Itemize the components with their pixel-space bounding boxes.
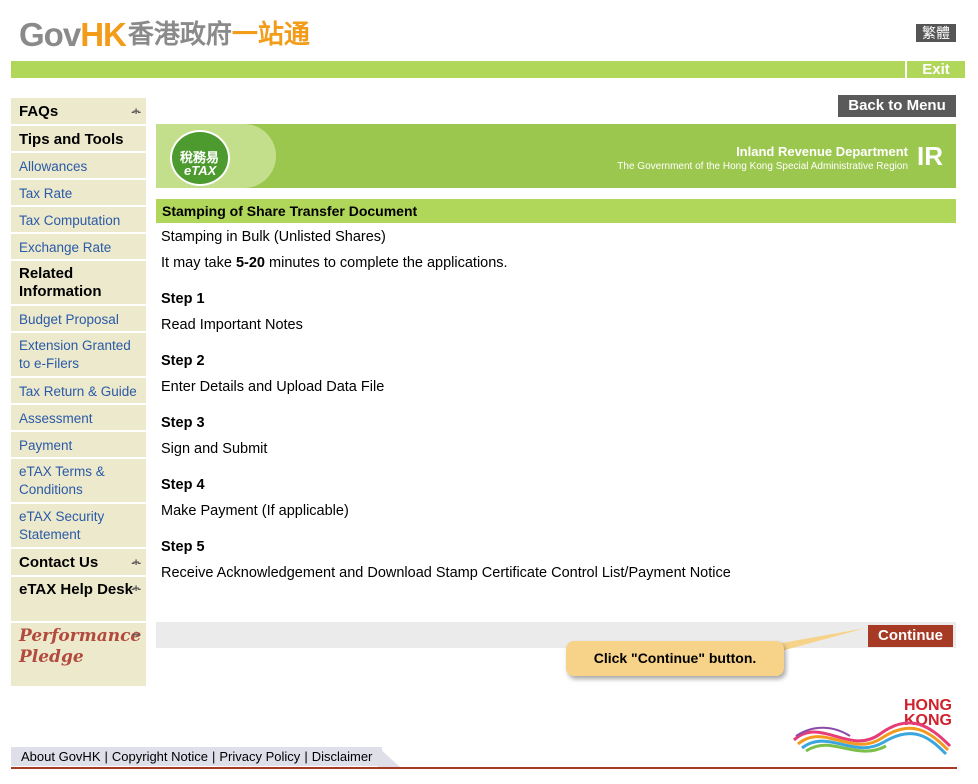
footer-link-disclaimer[interactable]: Disclaimer bbox=[312, 749, 373, 764]
sidebar-item-faqs[interactable]: FAQs -+- bbox=[11, 98, 146, 126]
step-2-text: Enter Details and Upload Data File bbox=[161, 379, 385, 395]
header-green-bar bbox=[11, 61, 905, 78]
continue-tooltip: Click "Continue" button. bbox=[566, 641, 784, 676]
etax-logo-en: eTAX bbox=[184, 163, 217, 178]
sidebar-item-etax-security[interactable]: eTAX Security Statement bbox=[11, 504, 146, 549]
time-estimate: It may take 5-20 minutes to complete the… bbox=[161, 255, 508, 271]
department-name: Inland Revenue Department bbox=[736, 144, 908, 159]
etax-logo-icon: 稅務易 eTAX bbox=[170, 130, 230, 186]
step-1-title: Step 1 bbox=[161, 291, 205, 307]
sidebar-item-tax-rate[interactable]: Tax Rate bbox=[11, 180, 146, 207]
exit-button[interactable]: Exit bbox=[907, 61, 965, 78]
step-5-text: Receive Acknowledgement and Download Sta… bbox=[161, 565, 731, 581]
step-4-title: Step 4 bbox=[161, 477, 205, 493]
sidebar-item-label: Contact Us bbox=[19, 554, 99, 571]
step-3-text: Sign and Submit bbox=[161, 441, 268, 457]
govhk-logo[interactable]: GovHK香港政府一站通 bbox=[19, 14, 310, 54]
sidebar-item-label: FAQs bbox=[19, 103, 59, 120]
expand-plus-icon: -+- bbox=[131, 583, 141, 595]
footer-link-about[interactable]: About GovHK bbox=[21, 749, 101, 764]
sidebar-item-tax-return-guide[interactable]: Tax Return & Guide bbox=[11, 378, 146, 405]
step-1-text: Read Important Notes bbox=[161, 317, 303, 333]
footer-link-privacy[interactable]: Privacy Policy bbox=[219, 749, 300, 764]
logo-hk-text: HK bbox=[80, 16, 127, 53]
footer-divider bbox=[11, 767, 957, 769]
continue-button[interactable]: Continue bbox=[868, 625, 953, 647]
dragon-icon bbox=[792, 721, 952, 756]
footer-links: About GovHK | Copyright Notice | Privacy Pol… bbox=[11, 747, 383, 766]
sidebar-item-tax-computation[interactable]: Tax Computation bbox=[11, 207, 146, 234]
sidebar-heading-tips-tools: Tips and Tools bbox=[11, 126, 146, 153]
subtitle: Stamping in Bulk (Unlisted Shares) bbox=[161, 229, 386, 245]
back-to-menu-button[interactable]: Back to Menu bbox=[838, 95, 956, 117]
logo-cn-orange: 一站通 bbox=[231, 19, 310, 49]
step-4-text: Make Payment (If applicable) bbox=[161, 503, 349, 519]
brand-hong-kong-logo: HONG KONG bbox=[790, 696, 956, 756]
sidebar-heading-related-info: Related Information bbox=[11, 261, 146, 306]
sidebar-item-allowances[interactable]: Allowances bbox=[11, 153, 146, 180]
ird-logo-icon: IR bbox=[917, 141, 943, 171]
sidebar-item-performance-pledge[interactable]: Performance Pledge -+- bbox=[11, 623, 146, 673]
etax-banner: 稅務易 eTAX Inland Revenue Department The G… bbox=[156, 124, 956, 188]
sidebar-item-assessment[interactable]: Assessment bbox=[11, 405, 146, 432]
logo-cn-grey: 香港政府 bbox=[127, 19, 232, 49]
main-content: Stamping in Bulk (Unlisted Shares) It ma… bbox=[161, 229, 731, 591]
expand-plus-icon: -+- bbox=[131, 629, 141, 641]
sidebar-item-extension-granted[interactable]: Extension Granted to e-Filers bbox=[11, 333, 146, 378]
expand-plus-icon: -+- bbox=[131, 557, 141, 569]
sidebar: FAQs -+- Tips and Tools Allowances Tax R… bbox=[11, 98, 146, 686]
performance-pledge-line2: Pledge bbox=[19, 647, 84, 667]
sidebar-item-help-desk[interactable]: eTAX Help Desk -+- bbox=[11, 577, 146, 623]
sidebar-item-payment[interactable]: Payment bbox=[11, 432, 146, 459]
footer-tab-corner bbox=[378, 747, 400, 767]
sidebar-item-budget-proposal[interactable]: Budget Proposal bbox=[11, 306, 146, 333]
section-title: Stamping of Share Transfer Document bbox=[156, 199, 956, 223]
government-name: The Government of the Hong Kong Special … bbox=[617, 161, 908, 172]
step-2-title: Step 2 bbox=[161, 353, 205, 369]
sidebar-item-exchange-rate[interactable]: Exchange Rate bbox=[11, 234, 146, 261]
step-5-title: Step 5 bbox=[161, 539, 205, 555]
time-value: 5-20 bbox=[235, 255, 265, 271]
language-toggle-button[interactable]: 繁體 bbox=[916, 24, 956, 42]
sidebar-item-etax-terms[interactable]: eTAX Terms & Conditions bbox=[11, 459, 146, 504]
expand-plus-icon: -+- bbox=[131, 106, 141, 118]
logo-gov-text: Gov bbox=[19, 16, 81, 53]
step-3-title: Step 3 bbox=[161, 415, 205, 431]
sidebar-item-label: eTAX Help Desk bbox=[19, 581, 133, 598]
footer-link-copyright[interactable]: Copyright Notice bbox=[112, 749, 208, 764]
sidebar-item-contact-us[interactable]: Contact Us -+- bbox=[11, 549, 146, 577]
performance-pledge-line1: Performance bbox=[19, 626, 142, 646]
